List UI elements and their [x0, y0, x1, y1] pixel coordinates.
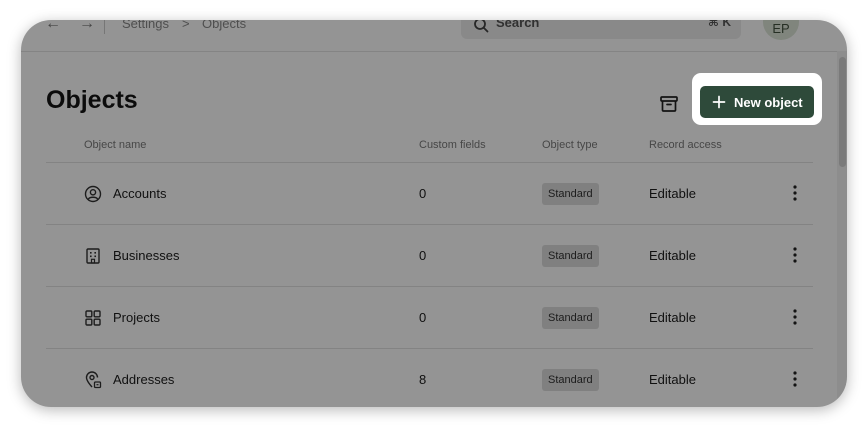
toolbar-divider	[104, 20, 105, 34]
search-icon	[474, 20, 489, 33]
avatar[interactable]: EP	[763, 20, 799, 40]
table-row[interactable]: Projects 0 Standard Editable	[46, 287, 813, 349]
object-type-badge: Standard	[542, 183, 599, 205]
user-circle-icon	[84, 185, 102, 203]
table-header: Object name Custom fields Object type Re…	[46, 133, 813, 163]
building-icon	[86, 248, 100, 264]
header-custom-fields: Custom fields	[419, 139, 486, 151]
table-row[interactable]: Addresses 8 Standard Editable	[46, 349, 813, 407]
search-label: Search	[496, 20, 540, 30]
header-object-name: Object name	[84, 139, 147, 151]
page-title: Objects	[46, 86, 138, 114]
more-vertical-icon[interactable]	[787, 307, 803, 327]
more-vertical-icon[interactable]	[787, 369, 803, 389]
object-name[interactable]: Businesses	[113, 248, 179, 263]
map-pin-icon	[85, 371, 102, 389]
custom-fields-count: 0	[419, 310, 427, 325]
object-name[interactable]: Accounts	[113, 186, 166, 201]
plus-icon	[712, 95, 726, 109]
record-access: Editable	[649, 310, 696, 325]
grid-icon	[85, 310, 101, 326]
object-type-badge: Standard	[542, 369, 599, 391]
breadcrumb-objects: Objects	[202, 20, 247, 31]
more-vertical-icon[interactable]	[787, 245, 803, 265]
custom-fields-count: 0	[419, 248, 427, 263]
search-shortcut: ⌘ K	[707, 20, 731, 29]
new-object-label: New object	[734, 95, 803, 110]
more-vertical-icon[interactable]	[787, 183, 803, 203]
scrollbar-thumb[interactable]	[839, 57, 846, 167]
breadcrumb-separator: >	[182, 20, 190, 31]
objects-table: Object name Custom fields Object type Re…	[46, 133, 813, 407]
header-object-type: Object type	[542, 139, 598, 151]
custom-fields-count: 0	[419, 186, 427, 201]
record-access: Editable	[649, 186, 696, 201]
table-row[interactable]: Businesses 0 Standard Editable	[46, 225, 813, 287]
object-name[interactable]: Addresses	[113, 372, 174, 387]
breadcrumb-settings[interactable]: Settings	[122, 20, 169, 33]
new-object-button[interactable]: New object	[700, 86, 814, 118]
record-access: Editable	[649, 372, 696, 387]
top-bar: ← → Settings > Objects Search ⌘ K EP	[21, 20, 847, 52]
forward-arrow-icon[interactable]: →	[79, 20, 95, 34]
back-arrow-icon[interactable]: ←	[45, 20, 61, 34]
object-type-badge: Standard	[542, 307, 599, 329]
header-record-access: Record access	[649, 139, 722, 151]
record-access: Editable	[649, 248, 696, 263]
object-name[interactable]: Projects	[113, 310, 160, 325]
search-bar[interactable]: Search ⌘ K	[461, 20, 741, 39]
archive-icon[interactable]	[657, 92, 681, 116]
table-row[interactable]: Accounts 0 Standard Editable	[46, 163, 813, 225]
object-type-badge: Standard	[542, 245, 599, 267]
custom-fields-count: 8	[419, 372, 427, 387]
